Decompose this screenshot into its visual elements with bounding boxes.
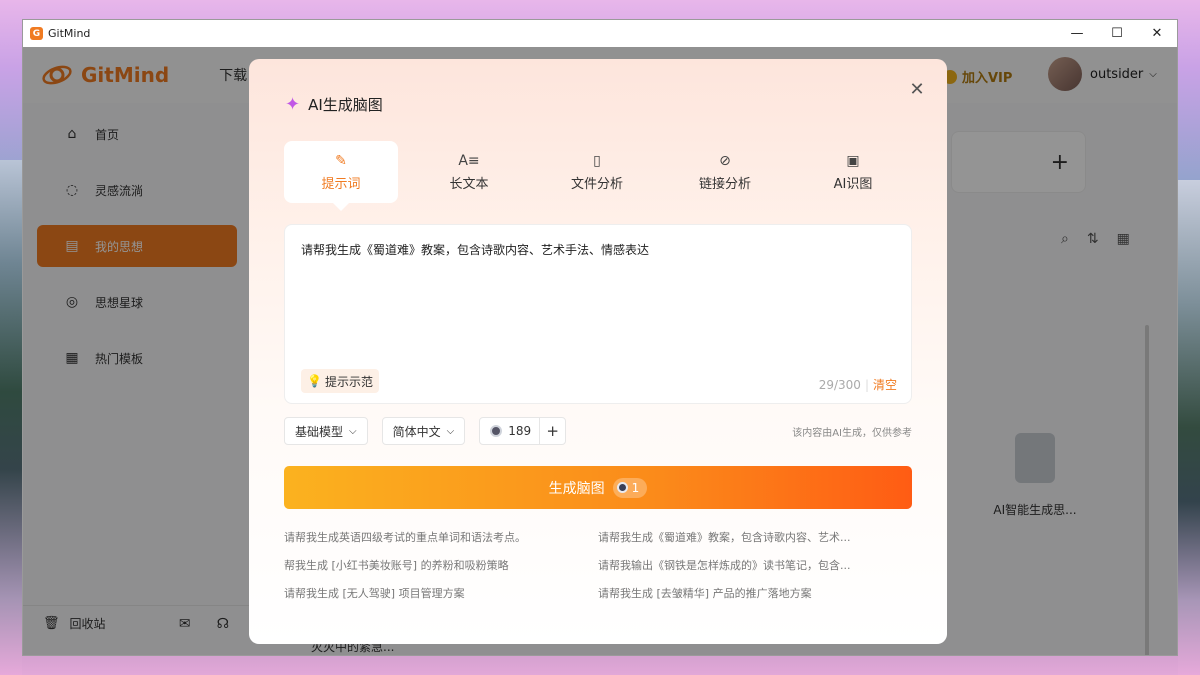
prompt-input[interactable]: 请帮我生成《蜀道难》教案，包含诗歌内容、艺术手法、情感表达 💡 提示示范 29/… — [284, 224, 912, 404]
desktop-wallpaper-left — [0, 160, 22, 675]
language-select-value: 简体中文 — [392, 424, 441, 439]
suggestion-item[interactable]: 请帮我生成 [无人驾驶] 项目管理方案 — [284, 585, 598, 601]
example-button[interactable]: 💡 提示示范 — [301, 369, 379, 393]
generate-label: 生成脑图 — [548, 480, 605, 497]
tab-long-text[interactable]: A≡ 长文本 — [412, 141, 526, 203]
app-logo-icon: G — [30, 27, 43, 40]
add-credits-button[interactable]: + — [539, 418, 565, 444]
suggestion-item[interactable]: 请帮我生成《蜀道难》教案，包含诗歌内容、艺术... — [598, 529, 912, 545]
tab-ai-image[interactable]: ▣ AI识图 — [796, 141, 910, 203]
generate-cost-badge: 1 — [612, 477, 648, 498]
credits-balance: 189 + — [479, 417, 567, 445]
chevron-down-icon: ⌵ — [446, 425, 455, 437]
title-bar: G GitMind — ☐ ✕ — [23, 20, 1177, 47]
feather-icon: ✎ — [335, 152, 347, 169]
counter-separator: | — [864, 378, 869, 392]
close-dialog-button[interactable]: ✕ — [905, 77, 929, 101]
window-title: GitMind — [48, 27, 91, 40]
chevron-down-icon: ⌵ — [349, 425, 357, 437]
options-row: 基础模型 ⌵ 简体中文 ⌵ 189 + 该内容由AI生成，仅供参考 — [284, 417, 912, 445]
tab-label: 长文本 — [449, 176, 489, 192]
tab-label: 提示词 — [321, 176, 361, 192]
desktop-wallpaper-right — [1178, 180, 1200, 675]
language-select[interactable]: 简体中文 ⌵ — [381, 417, 466, 445]
tab-prompt[interactable]: ✎ 提示词 — [284, 141, 398, 211]
prompt-text[interactable]: 请帮我生成《蜀道难》教案，包含诗歌内容、艺术手法、情感表达 — [301, 241, 649, 258]
long-text-icon: A≡ — [458, 152, 480, 169]
suggestion-item[interactable]: 请帮我生成 [去皱精华] 产品的推广落地方案 — [598, 585, 912, 601]
ai-disclaimer: 该内容由AI生成，仅供参考 — [792, 427, 912, 439]
model-select-value: 基础模型 — [295, 424, 344, 439]
sparkle-icon: ✦ — [285, 94, 301, 115]
example-label: 提示示范 — [324, 374, 373, 389]
ai-generate-dialog: ✦ AI生成脑图 ✕ ✎ 提示词 A≡ 长文本 ▯ 文件分析 ⊘ 链接分析 ▣ … — [249, 59, 947, 644]
clear-button[interactable]: 清空 — [873, 378, 897, 392]
tab-label: 链接分析 — [698, 176, 751, 192]
tab-label: 文件分析 — [570, 176, 623, 192]
file-icon: ▯ — [593, 152, 601, 169]
tab-file-analysis[interactable]: ▯ 文件分析 — [540, 141, 654, 203]
dialog-header: ✦ AI生成脑图 — [285, 94, 383, 115]
mode-tabs: ✎ 提示词 A≡ 长文本 ▯ 文件分析 ⊘ 链接分析 ▣ AI识图 — [284, 141, 912, 211]
close-window-button[interactable]: ✕ — [1137, 20, 1177, 47]
link-icon: ⊘ — [719, 152, 731, 169]
generate-cost-value: 1 — [631, 480, 640, 495]
tab-link-analysis[interactable]: ⊘ 链接分析 — [668, 141, 782, 203]
counter-value: 29/300 — [818, 378, 861, 392]
suggestion-item[interactable]: 请帮我输出《钢铁是怎样炼成的》读书笔记，包含... — [598, 557, 912, 573]
image-icon: ▣ — [846, 152, 860, 169]
maximize-button[interactable]: ☐ — [1097, 20, 1137, 47]
suggestion-list: 请帮我生成英语四级考试的重点单词和语法考点。 请帮我生成《蜀道难》教案，包含诗歌… — [284, 529, 912, 601]
coin-icon — [616, 482, 628, 493]
char-counter: 29/300 | 清空 — [819, 376, 897, 393]
generate-mindmap-button[interactable]: 生成脑图 1 — [284, 466, 912, 509]
dialog-title: AI生成脑图 — [308, 96, 383, 114]
window-controls: — ☐ ✕ — [1057, 20, 1177, 47]
minimize-button[interactable]: — — [1057, 20, 1097, 47]
suggestion-item[interactable]: 请帮我生成英语四级考试的重点单词和语法考点。 — [284, 529, 598, 545]
credits-value: 189 — [508, 424, 532, 438]
coin-icon — [490, 425, 503, 437]
close-icon: ✕ — [909, 78, 925, 100]
suggestion-item[interactable]: 帮我生成 [小红书美妆账号] 的养粉和吸粉策略 — [284, 557, 598, 573]
lightbulb-icon: 💡 — [307, 374, 322, 388]
tab-label: AI识图 — [833, 176, 873, 192]
model-select[interactable]: 基础模型 ⌵ — [284, 417, 368, 445]
